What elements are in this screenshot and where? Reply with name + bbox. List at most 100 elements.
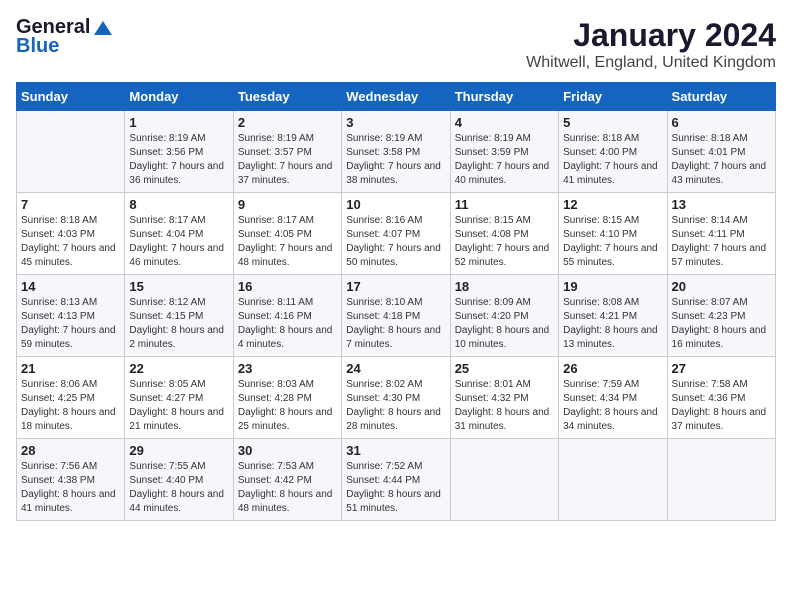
calendar-cell: 15 Sunrise: 8:12 AMSunset: 4:15 PMDayligh… (125, 275, 233, 357)
day-number: 13 (672, 197, 771, 212)
day-number: 2 (238, 115, 337, 130)
title-block: January 2024 Whitwell, England, United K… (526, 16, 776, 72)
day-info: Sunrise: 8:18 AMSunset: 4:01 PMDaylight:… (672, 132, 771, 188)
day-info: Sunrise: 8:18 AMSunset: 4:03 PMDaylight:… (21, 214, 120, 270)
calendar-cell: 23Sunrise: 8:03 AMSunset: 4:28 PMDayligh… (233, 357, 341, 439)
day-info: Sunrise: 8:08 AMSunset: 4:21 PMDaylight:… (563, 296, 662, 352)
day-info: Sunrise: 8:17 AMSunset: 4:04 PMDaylight:… (129, 214, 228, 270)
day-number: 9 (238, 197, 337, 212)
day-number: 15 (129, 279, 228, 294)
day-info: Sunrise: 8:13 AMSunset: 4:13 PMDaylight:… (21, 296, 120, 352)
day-number: 16 (238, 279, 337, 294)
calendar-cell: 31 Sunrise: 7:52 AMSunset: 4:44 PMDayligh… (342, 439, 450, 521)
calendar-cell: 22Sunrise: 8:05 AMSunset: 4:27 PMDayligh… (125, 357, 233, 439)
calendar-week-5: 28 Sunrise: 7:56 AMSunset: 4:38 PMDayligh… (17, 439, 776, 521)
day-info: Sunrise: 7:56 AMSunset: 4:38 PMDaylight:… (21, 460, 120, 516)
day-info: Sunrise: 8:15 AMSunset: 4:08 PMDaylight:… (455, 214, 554, 270)
day-number: 29 (129, 443, 228, 458)
calendar-week-1: 1 Sunrise: 8:19 AMSunset: 3:56 PMDaylight… (17, 111, 776, 193)
column-header-saturday: Saturday (667, 83, 775, 111)
calendar-cell: 11 Sunrise: 8:15 AMSunset: 4:08 PMDayligh… (450, 193, 558, 275)
calendar-cell (450, 439, 558, 521)
day-info: Sunrise: 8:07 AMSunset: 4:23 PMDaylight:… (672, 296, 771, 352)
day-number: 10 (346, 197, 445, 212)
calendar-cell: 21 Sunrise: 8:06 AMSunset: 4:25 PMDayligh… (17, 357, 125, 439)
calendar-cell: 5 Sunrise: 8:18 AMSunset: 4:00 PMDaylight… (559, 111, 667, 193)
day-number: 5 (563, 115, 662, 130)
day-number: 21 (21, 361, 120, 376)
day-info: Sunrise: 8:11 AMSunset: 4:16 PMDaylight:… (238, 296, 337, 352)
day-info: Sunrise: 8:19 AMSunset: 3:58 PMDaylight:… (346, 132, 445, 188)
calendar-header-row: SundayMondayTuesdayWednesdayThursdayFrid… (17, 83, 776, 111)
column-header-wednesday: Wednesday (342, 83, 450, 111)
calendar-cell (17, 111, 125, 193)
day-info: Sunrise: 8:19 AMSunset: 3:57 PMDaylight:… (238, 132, 337, 188)
day-number: 23 (238, 361, 337, 376)
day-number: 26 (563, 361, 662, 376)
day-number: 30 (238, 443, 337, 458)
day-info: Sunrise: 8:14 AMSunset: 4:11 PMDaylight:… (672, 214, 771, 270)
day-number: 12 (563, 197, 662, 212)
logo-blue: Blue (16, 35, 59, 58)
calendar-cell: 9 Sunrise: 8:17 AMSunset: 4:05 PMDaylight… (233, 193, 341, 275)
calendar-cell: 13 Sunrise: 8:14 AMSunset: 4:11 PMDayligh… (667, 193, 775, 275)
day-info: Sunrise: 8:01 AMSunset: 4:32 PMDaylight:… (455, 378, 554, 434)
calendar-week-3: 14Sunrise: 8:13 AMSunset: 4:13 PMDayligh… (17, 275, 776, 357)
column-header-tuesday: Tuesday (233, 83, 341, 111)
day-info: Sunrise: 7:59 AMSunset: 4:34 PMDaylight:… (563, 378, 662, 434)
day-info: Sunrise: 7:58 AMSunset: 4:36 PMDaylight:… (672, 378, 771, 434)
day-info: Sunrise: 8:16 AMSunset: 4:07 PMDaylight:… (346, 214, 445, 270)
calendar-cell: 12 Sunrise: 8:15 AMSunset: 4:10 PMDayligh… (559, 193, 667, 275)
day-info: Sunrise: 8:19 AMSunset: 3:59 PMDaylight:… (455, 132, 554, 188)
day-info: Sunrise: 8:06 AMSunset: 4:25 PMDaylight:… (21, 378, 120, 434)
calendar-cell: 4Sunrise: 8:19 AMSunset: 3:59 PMDaylight… (450, 111, 558, 193)
day-info: Sunrise: 8:12 AMSunset: 4:15 PMDaylight:… (129, 296, 228, 352)
day-info: Sunrise: 8:09 AMSunset: 4:20 PMDaylight:… (455, 296, 554, 352)
day-number: 25 (455, 361, 554, 376)
day-info: Sunrise: 8:02 AMSunset: 4:30 PMDaylight:… (346, 378, 445, 434)
day-number: 19 (563, 279, 662, 294)
column-header-thursday: Thursday (450, 83, 558, 111)
column-header-friday: Friday (559, 83, 667, 111)
calendar-cell: 1 Sunrise: 8:19 AMSunset: 3:56 PMDaylight… (125, 111, 233, 193)
calendar-week-4: 21 Sunrise: 8:06 AMSunset: 4:25 PMDayligh… (17, 357, 776, 439)
calendar-cell: 2 Sunrise: 8:19 AMSunset: 3:57 PMDaylight… (233, 111, 341, 193)
day-number: 31 (346, 443, 445, 458)
day-info: Sunrise: 8:15 AMSunset: 4:10 PMDaylight:… (563, 214, 662, 270)
calendar-cell: 7 Sunrise: 8:18 AMSunset: 4:03 PMDaylight… (17, 193, 125, 275)
day-info: Sunrise: 8:18 AMSunset: 4:00 PMDaylight:… (563, 132, 662, 188)
day-info: Sunrise: 7:52 AMSunset: 4:44 PMDaylight:… (346, 460, 445, 516)
calendar-cell: 18Sunrise: 8:09 AMSunset: 4:20 PMDayligh… (450, 275, 558, 357)
day-number: 1 (129, 115, 228, 130)
day-number: 8 (129, 197, 228, 212)
day-number: 11 (455, 197, 554, 212)
day-number: 6 (672, 115, 771, 130)
calendar-cell (559, 439, 667, 521)
calendar-cell: 10 Sunrise: 8:16 AMSunset: 4:07 PMDayligh… (342, 193, 450, 275)
calendar-cell: 26 Sunrise: 7:59 AMSunset: 4:34 PMDayligh… (559, 357, 667, 439)
day-number: 28 (21, 443, 120, 458)
day-number: 24 (346, 361, 445, 376)
day-info: Sunrise: 7:53 AMSunset: 4:42 PMDaylight:… (238, 460, 337, 516)
column-header-monday: Monday (125, 83, 233, 111)
calendar-cell: 6 Sunrise: 8:18 AMSunset: 4:01 PMDaylight… (667, 111, 775, 193)
logo: General Blue (16, 16, 114, 58)
day-info: Sunrise: 8:19 AMSunset: 3:56 PMDaylight:… (129, 132, 228, 188)
calendar-cell: 3 Sunrise: 8:19 AMSunset: 3:58 PMDaylight… (342, 111, 450, 193)
calendar-cell: 20Sunrise: 8:07 AMSunset: 4:23 PMDayligh… (667, 275, 775, 357)
day-info: Sunrise: 8:05 AMSunset: 4:27 PMDaylight:… (129, 378, 228, 434)
calendar-cell: 29Sunrise: 7:55 AMSunset: 4:40 PMDayligh… (125, 439, 233, 521)
day-info: Sunrise: 8:17 AMSunset: 4:05 PMDaylight:… (238, 214, 337, 270)
calendar-cell: 17Sunrise: 8:10 AMSunset: 4:18 PMDayligh… (342, 275, 450, 357)
calendar-cell: 24 Sunrise: 8:02 AMSunset: 4:30 PMDayligh… (342, 357, 450, 439)
calendar-cell: 19 Sunrise: 8:08 AMSunset: 4:21 PMDayligh… (559, 275, 667, 357)
day-number: 7 (21, 197, 120, 212)
day-number: 17 (346, 279, 445, 294)
month-title: January 2024 (526, 16, 776, 54)
calendar-cell (667, 439, 775, 521)
day-number: 3 (346, 115, 445, 130)
calendar-week-2: 7 Sunrise: 8:18 AMSunset: 4:03 PMDaylight… (17, 193, 776, 275)
calendar-cell: 25 Sunrise: 8:01 AMSunset: 4:32 PMDayligh… (450, 357, 558, 439)
calendar-cell: 30 Sunrise: 7:53 AMSunset: 4:42 PMDayligh… (233, 439, 341, 521)
day-number: 27 (672, 361, 771, 376)
